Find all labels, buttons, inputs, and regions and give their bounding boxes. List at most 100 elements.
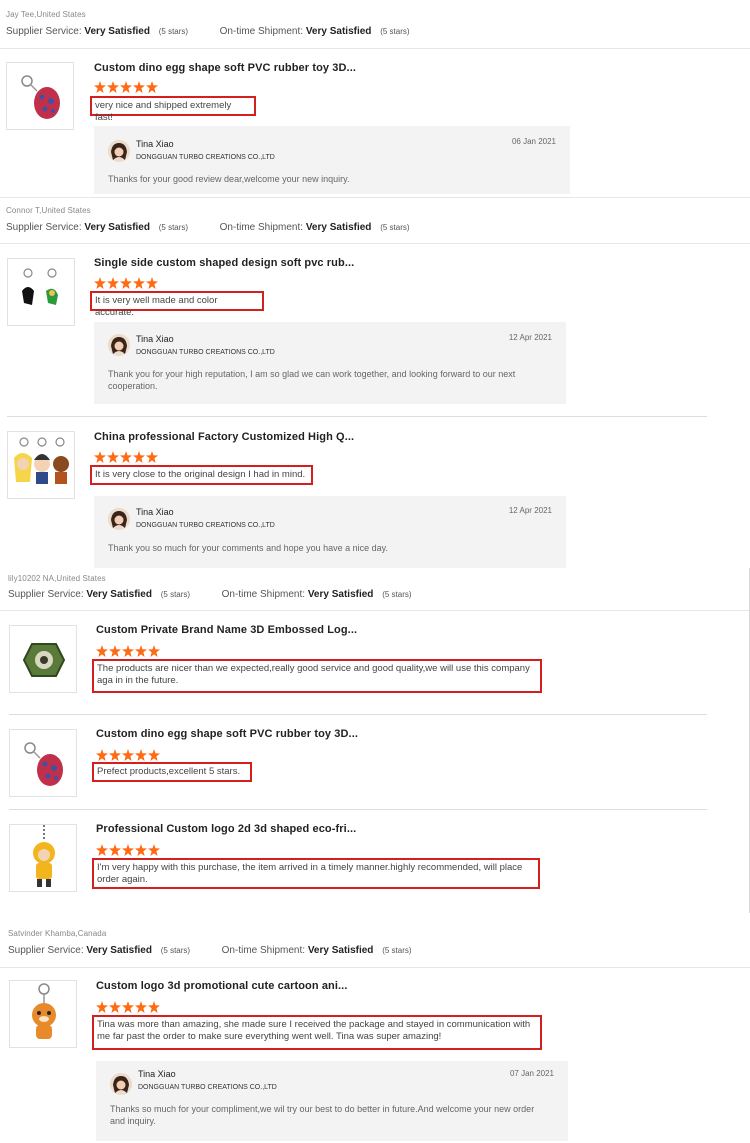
shipment-value: Very Satisfied: [307, 589, 374, 600]
product-thumbnail[interactable]: [9, 625, 77, 693]
avatar: [110, 1073, 132, 1095]
star-icon: [120, 451, 132, 463]
shipment-value: Very Satisfied: [307, 945, 374, 956]
shipment-stars: (5 stars): [382, 946, 412, 955]
reply-text: Thanks for your good review dear,welcome…: [108, 174, 350, 184]
product-thumbnail[interactable]: [9, 980, 77, 1048]
product-thumbnail[interactable]: [9, 729, 77, 797]
star-icon: [96, 749, 108, 761]
dino-egg-keychain-image: [24, 742, 63, 786]
review-block: Jay Tee,United States Supplier Service: …: [0, 0, 750, 198]
supplier-reply: Tina Xiao DONGGUAN TURBO CREATIONS CO.,L…: [96, 1061, 568, 1141]
product-title[interactable]: Custom dino egg shape soft PVC rubber to…: [96, 728, 358, 740]
supplier-reply: Tina Xiao DONGGUAN TURBO CREATIONS CO.,L…: [94, 126, 570, 194]
star-icon: [109, 1001, 121, 1013]
product-title[interactable]: Professional Custom logo 2d 3d shaped ec…: [96, 823, 356, 835]
divider: [0, 967, 750, 968]
reply-date: 12 Apr 2021: [508, 333, 552, 342]
supplier-service-value: Very Satisfied: [86, 589, 152, 600]
reply-author: Tina Xiao: [138, 1069, 176, 1079]
reply-author: Tina Xiao: [136, 507, 174, 517]
reply-author: Tina Xiao: [136, 334, 174, 344]
shipment-label: On-time Shipment:: [221, 589, 306, 600]
supplier-service-label: Supplier Service:: [6, 222, 82, 233]
product-title[interactable]: Custom logo 3d promotional cute cartoon …: [96, 980, 348, 992]
service-ratings: Supplier Service: Very Satisfied (5 star…: [6, 222, 410, 233]
star-icon: [148, 645, 160, 657]
reviewer-name: Jay Tee,United States: [6, 10, 86, 19]
product-thumbnail[interactable]: [7, 431, 75, 499]
star-icon: [96, 645, 108, 657]
reviewer-name: Satvinder Khamba,Canada: [8, 929, 107, 938]
divider: [0, 243, 750, 244]
shipment-stars: (5 stars): [382, 590, 412, 599]
star-icon: [109, 749, 121, 761]
star-icon: [148, 844, 160, 856]
reply-company: DONGGUAN TURBO CREATIONS CO.,LTD: [136, 349, 275, 356]
star-icon: [96, 844, 108, 856]
star-icon: [146, 451, 158, 463]
star-icon: [109, 645, 121, 657]
shipment-stars: (5 stars): [380, 27, 410, 36]
dino-egg-keychain-image: [21, 75, 60, 119]
reply-company: DONGGUAN TURBO CREATIONS CO.,LTD: [136, 154, 275, 161]
product-thumbnail[interactable]: [7, 258, 75, 326]
supplier-service-label: Supplier Service:: [6, 26, 82, 37]
star-rating: [94, 276, 159, 290]
star-icon: [94, 451, 106, 463]
star-icon: [133, 277, 145, 289]
reply-date: 12 Apr 2021: [508, 506, 552, 515]
supplier-reply: Tina Xiao DONGGUAN TURBO CREATIONS CO.,L…: [94, 322, 566, 404]
reviewer-name: lily10202 NA,United States: [8, 574, 106, 583]
supplier-service-stars: (5 stars): [158, 223, 189, 232]
star-icon: [135, 844, 147, 856]
star-rating: [96, 748, 161, 762]
star-icon: [148, 1001, 160, 1013]
product-thumbnail[interactable]: [9, 824, 77, 892]
product-title[interactable]: Single side custom shaped design soft pv…: [94, 257, 354, 269]
service-ratings: Supplier Service: Very Satisfied (5 star…: [8, 589, 412, 600]
star-icon: [122, 749, 134, 761]
review-block: lily10202 NA,United States Supplier Serv…: [0, 568, 750, 913]
supplier-reply: Tina Xiao DONGGUAN TURBO CREATIONS CO.,L…: [94, 496, 566, 568]
avatar: [108, 140, 130, 162]
review-comment: Prefect products,excellent 5 stars.: [92, 762, 252, 782]
star-icon: [122, 1001, 134, 1013]
supplier-service-label: Supplier Service:: [8, 945, 84, 956]
supplier-service-value: Very Satisfied: [86, 945, 152, 956]
supplier-service-stars: (5 stars): [160, 946, 191, 955]
shipment-label: On-time Shipment:: [219, 26, 304, 37]
star-icon: [96, 1001, 108, 1013]
star-icon: [94, 277, 106, 289]
supplier-service-label: Supplier Service:: [8, 589, 84, 600]
divider: [9, 809, 707, 810]
service-ratings: Supplier Service: Very Satisfied (5 star…: [6, 26, 410, 37]
review-comment: It is very close to the original design …: [90, 465, 313, 485]
cartoon-animal-keychain-image: [32, 983, 56, 1039]
review-block: Connor T,United States Supplier Service:…: [0, 198, 750, 568]
review-comment: Tina was more than amazing, she made sur…: [92, 1015, 542, 1050]
divider: [0, 610, 749, 611]
supplier-service-value: Very Satisfied: [84, 26, 150, 37]
reviewer-name: Connor T,United States: [6, 206, 91, 215]
cartoon-keychains-image: [14, 437, 69, 484]
star-icon: [107, 277, 119, 289]
star-icon: [107, 81, 119, 93]
product-title[interactable]: China professional Factory Customized Hi…: [94, 431, 354, 443]
star-icon: [148, 749, 160, 761]
product-thumbnail[interactable]: [6, 62, 74, 130]
supplier-service-stars: (5 stars): [158, 27, 189, 36]
product-title[interactable]: Custom Private Brand Name 3D Embossed Lo…: [96, 624, 357, 636]
pvc-keychain-image: [22, 268, 58, 305]
divider: [7, 416, 707, 417]
avatar: [108, 508, 130, 530]
shipment-value: Very Satisfied: [305, 26, 372, 37]
star-icon: [135, 645, 147, 657]
product-title[interactable]: Custom dino egg shape soft PVC rubber to…: [94, 62, 356, 74]
star-icon: [146, 81, 158, 93]
supplier-service-value: Very Satisfied: [84, 222, 150, 233]
reply-text: Thank you for your high reputation, I am…: [108, 369, 516, 391]
star-icon: [122, 844, 134, 856]
star-rating: [94, 80, 159, 94]
reply-author: Tina Xiao: [136, 139, 174, 149]
